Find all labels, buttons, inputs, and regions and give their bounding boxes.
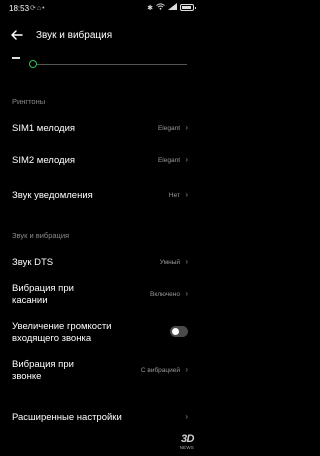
row-touch-vibration[interactable]: Вибрация при касании Включено › — [0, 280, 200, 310]
row-call-vibration[interactable]: Вибрация при звонке С вибрацией › — [0, 356, 200, 386]
status-time: 18:53 — [9, 4, 30, 13]
row-label-line1: Вибрация при — [12, 359, 74, 370]
row-sim1-ringtone[interactable]: SIM1 мелодия Elegant › — [0, 118, 200, 140]
page-title: Звук и вибрация — [36, 30, 113, 41]
row-value: Включено — [150, 291, 180, 298]
ringtone-volume-slider[interactable] — [29, 60, 187, 68]
dot-icon: • — [42, 5, 46, 12]
status-bar: 18:53 ⟳⌂• ✱ — [0, 0, 200, 18]
row-label: Звук уведомления — [12, 190, 93, 201]
row-dts-sound[interactable]: Звук DTS Умный › — [0, 252, 200, 274]
row-label-line2: входящего звонка — [12, 333, 92, 344]
status-left-icons: ⟳⌂• — [30, 4, 46, 12]
row-notification-sound[interactable]: Звук уведомления Нет › — [0, 185, 200, 207]
row-label-line1: Вибрация при — [12, 283, 74, 294]
chevron-right-icon: › — [185, 155, 188, 164]
bluetooth-icon: ✱ — [147, 4, 153, 12]
row-advanced-settings[interactable]: Расширенные настройки › — [0, 408, 200, 430]
chevron-right-icon: › — [185, 412, 188, 421]
back-arrow-icon[interactable] — [9, 27, 25, 43]
watermark-sub: NEWS — [179, 445, 194, 450]
chevron-right-icon: › — [185, 289, 188, 298]
signal-icon — [168, 3, 177, 12]
row-label: Звук DTS — [12, 257, 54, 268]
row-label-line2: касании — [12, 295, 48, 306]
wifi-icon — [156, 3, 165, 12]
row-label-line1: Увеличение громкости — [12, 321, 112, 332]
slider-track — [33, 63, 187, 65]
row-value: Нет — [168, 192, 180, 199]
chevron-right-icon: › — [185, 365, 188, 374]
section-ringtones: Рингтоны — [12, 97, 46, 106]
row-label-line2: звонке — [12, 371, 42, 382]
battery-icon — [180, 4, 196, 11]
row-label: Расширенные настройки — [12, 412, 122, 423]
row-label: SIM1 мелодия — [12, 123, 76, 134]
volume-mute-icon — [12, 57, 20, 59]
row-value: С вибрацией — [140, 367, 180, 374]
row-value: Умный — [159, 259, 180, 266]
row-volume-increase: Увеличение громкости входящего звонка — [0, 318, 200, 348]
section-sound-vibration: Звук и вибрация — [12, 231, 70, 240]
chevron-right-icon: › — [185, 257, 188, 266]
watermark-logo: 3D NEWS — [179, 433, 195, 450]
volume-increase-toggle[interactable] — [170, 326, 188, 337]
row-label: SIM2 мелодия — [12, 155, 76, 166]
toggle-knob — [172, 328, 179, 335]
slider-thumb[interactable] — [29, 60, 37, 68]
row-value: Elegant — [157, 157, 180, 164]
row-value: Elegant — [157, 125, 180, 132]
chevron-right-icon: › — [185, 123, 188, 132]
watermark-main: 3D — [180, 433, 195, 445]
header: Звук и вибрация — [0, 24, 200, 48]
sync-icon: ⟳ — [30, 5, 37, 12]
chevron-right-icon: › — [185, 190, 188, 199]
status-right-icons: ✱ — [147, 3, 196, 12]
row-sim2-ringtone[interactable]: SIM2 мелодия Elegant › — [0, 150, 200, 172]
